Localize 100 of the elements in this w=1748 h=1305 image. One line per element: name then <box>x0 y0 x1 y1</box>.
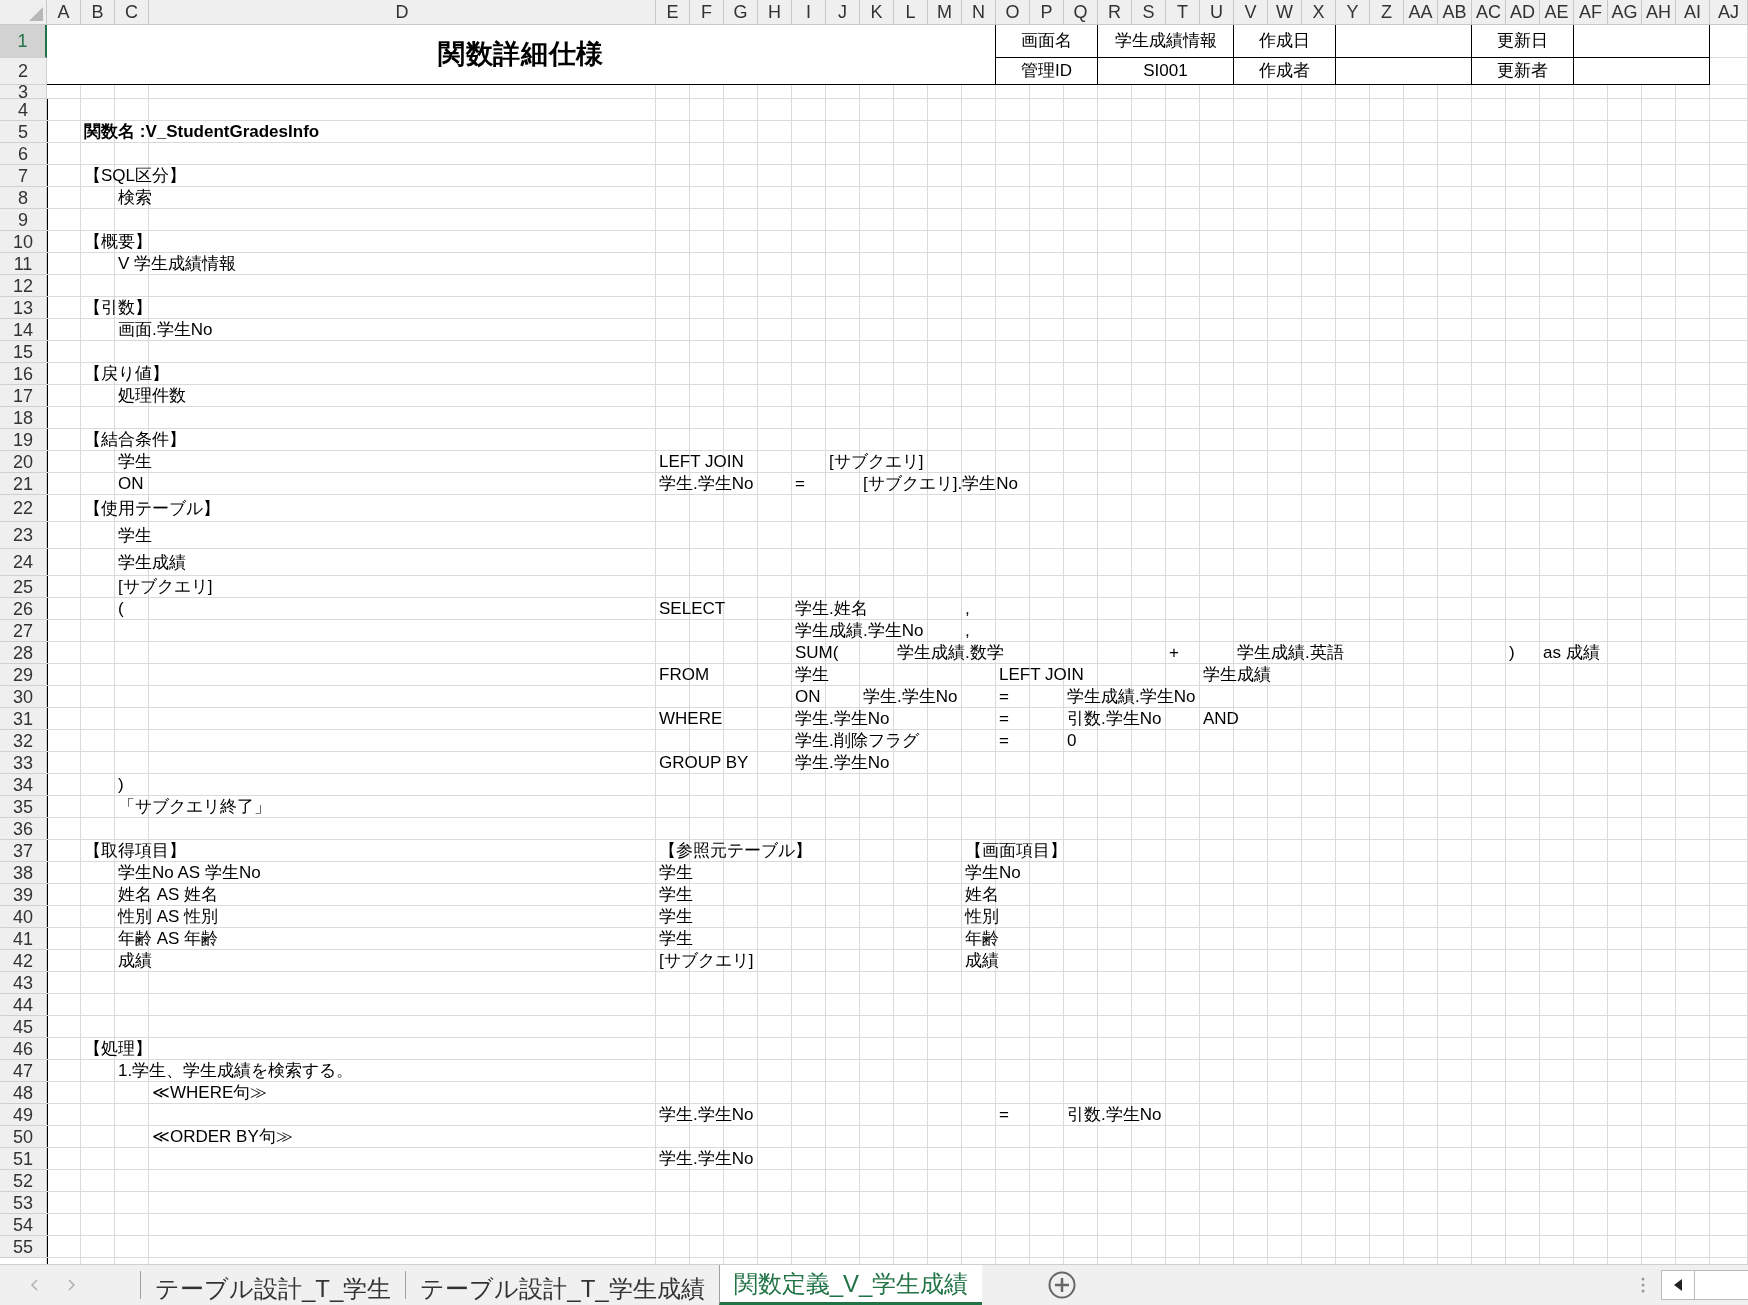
column-header[interactable]: M <box>928 0 962 25</box>
row-number[interactable]: 14 <box>0 319 47 341</box>
column-header[interactable]: D <box>149 0 656 25</box>
row-number[interactable]: 40 <box>0 906 47 928</box>
column-header[interactable]: AD <box>1506 0 1540 25</box>
column-header[interactable]: E <box>656 0 690 25</box>
row-number[interactable]: 35 <box>0 796 47 818</box>
row-number[interactable]: 22 <box>0 495 47 522</box>
scroll-right-icon[interactable] <box>68 1279 76 1291</box>
row-number[interactable]: 1 <box>0 25 47 58</box>
column-header[interactable]: AE <box>1540 0 1574 25</box>
column-header[interactable]: AA <box>1404 0 1438 25</box>
select-all-button[interactable] <box>0 0 47 25</box>
row-number[interactable]: 41 <box>0 928 47 950</box>
column-header[interactable]: K <box>860 0 894 25</box>
row-number[interactable]: 24 <box>0 549 47 576</box>
row-number[interactable]: 31 <box>0 708 47 730</box>
row-number[interactable]: 42 <box>0 950 47 972</box>
row-number[interactable]: 5 <box>0 121 47 143</box>
row-number[interactable]: 29 <box>0 664 47 686</box>
sheet-tab[interactable]: 関数定義_V_学生成績 <box>718 1265 983 1305</box>
row-number[interactable]: 20 <box>0 451 47 473</box>
row-number[interactable]: 44 <box>0 994 47 1016</box>
row-number[interactable]: 33 <box>0 752 47 774</box>
column-header[interactable]: G <box>724 0 758 25</box>
column-header[interactable]: B <box>81 0 115 25</box>
row-number[interactable]: 30 <box>0 686 47 708</box>
column-header[interactable]: H <box>758 0 792 25</box>
column-header[interactable]: AC <box>1472 0 1506 25</box>
row-number[interactable]: 37 <box>0 840 47 862</box>
column-header[interactable]: Z <box>1370 0 1404 25</box>
row-number[interactable]: 53 <box>0 1192 47 1214</box>
row-number[interactable]: 47 <box>0 1060 47 1082</box>
row-number[interactable]: 9 <box>0 209 47 231</box>
column-header[interactable]: AB <box>1438 0 1472 25</box>
row-number[interactable]: 51 <box>0 1148 47 1170</box>
row-number[interactable]: 52 <box>0 1170 47 1192</box>
more-options-icon[interactable] <box>1641 1277 1645 1293</box>
column-header[interactable]: A <box>47 0 81 25</box>
column-header[interactable]: J <box>826 0 860 25</box>
row-number[interactable]: 23 <box>0 522 47 549</box>
column-header[interactable]: Q <box>1064 0 1098 25</box>
row-number[interactable]: 27 <box>0 620 47 642</box>
row-number[interactable]: 3 <box>0 85 47 99</box>
row-number[interactable]: 54 <box>0 1214 47 1236</box>
row-number[interactable]: 12 <box>0 275 47 297</box>
row-number[interactable]: 48 <box>0 1082 47 1104</box>
row-number[interactable]: 11 <box>0 253 47 275</box>
row-number[interactable]: 49 <box>0 1104 47 1126</box>
row-number[interactable]: 13 <box>0 297 47 319</box>
row-number[interactable]: 18 <box>0 407 47 429</box>
row-number[interactable]: 2 <box>0 58 47 85</box>
row-number[interactable]: 46 <box>0 1038 47 1060</box>
row-number[interactable]: 25 <box>0 576 47 598</box>
cell-text: 1.学生、学生成績を検索する。 <box>117 1061 355 1081</box>
row-number[interactable]: 4 <box>0 99 47 121</box>
row-number[interactable]: 34 <box>0 774 47 796</box>
row-number[interactable]: 38 <box>0 862 47 884</box>
row-number[interactable]: 39 <box>0 884 47 906</box>
row-number[interactable]: 10 <box>0 231 47 253</box>
column-header[interactable]: AH <box>1642 0 1676 25</box>
column-header[interactable]: L <box>894 0 928 25</box>
column-header[interactable]: AJ <box>1710 0 1748 25</box>
row-number[interactable]: 45 <box>0 1016 47 1038</box>
column-header[interactable]: O <box>996 0 1030 25</box>
column-header[interactable]: W <box>1268 0 1302 25</box>
row-number[interactable]: 17 <box>0 385 47 407</box>
row-number[interactable]: 55 <box>0 1236 47 1258</box>
row-number[interactable]: 19 <box>0 429 47 451</box>
column-header[interactable]: I <box>792 0 826 25</box>
row-number[interactable]: 6 <box>0 143 47 165</box>
column-header[interactable]: AG <box>1608 0 1642 25</box>
column-header[interactable]: N <box>962 0 996 25</box>
row-number[interactable]: 15 <box>0 341 47 363</box>
column-header[interactable]: P <box>1030 0 1064 25</box>
row-number[interactable]: 28 <box>0 642 47 664</box>
row-number[interactable]: 50 <box>0 1126 47 1148</box>
row-number[interactable]: 21 <box>0 473 47 495</box>
column-header[interactable]: X <box>1302 0 1336 25</box>
row-number[interactable]: 32 <box>0 730 47 752</box>
column-header[interactable]: U <box>1200 0 1234 25</box>
row-number[interactable]: 26 <box>0 598 47 620</box>
add-sheet-icon[interactable] <box>1048 1271 1077 1299</box>
row-number[interactable]: 43 <box>0 972 47 994</box>
row-number[interactable]: 8 <box>0 187 47 209</box>
column-header[interactable]: Y <box>1336 0 1370 25</box>
column-header[interactable]: T <box>1166 0 1200 25</box>
column-header[interactable]: S <box>1132 0 1166 25</box>
scroll-left-icon[interactable] <box>30 1279 38 1291</box>
column-header[interactable]: V <box>1234 0 1268 25</box>
scroll-left-button[interactable] <box>1661 1270 1695 1300</box>
column-header[interactable]: AI <box>1676 0 1710 25</box>
column-header[interactable]: AF <box>1574 0 1608 25</box>
cell-text: ) <box>117 775 125 795</box>
column-header[interactable]: C <box>115 0 149 25</box>
column-header[interactable]: R <box>1098 0 1132 25</box>
row-number[interactable]: 16 <box>0 363 47 385</box>
row-number[interactable]: 7 <box>0 165 47 187</box>
row-number[interactable]: 36 <box>0 818 47 840</box>
column-header[interactable]: F <box>690 0 724 25</box>
